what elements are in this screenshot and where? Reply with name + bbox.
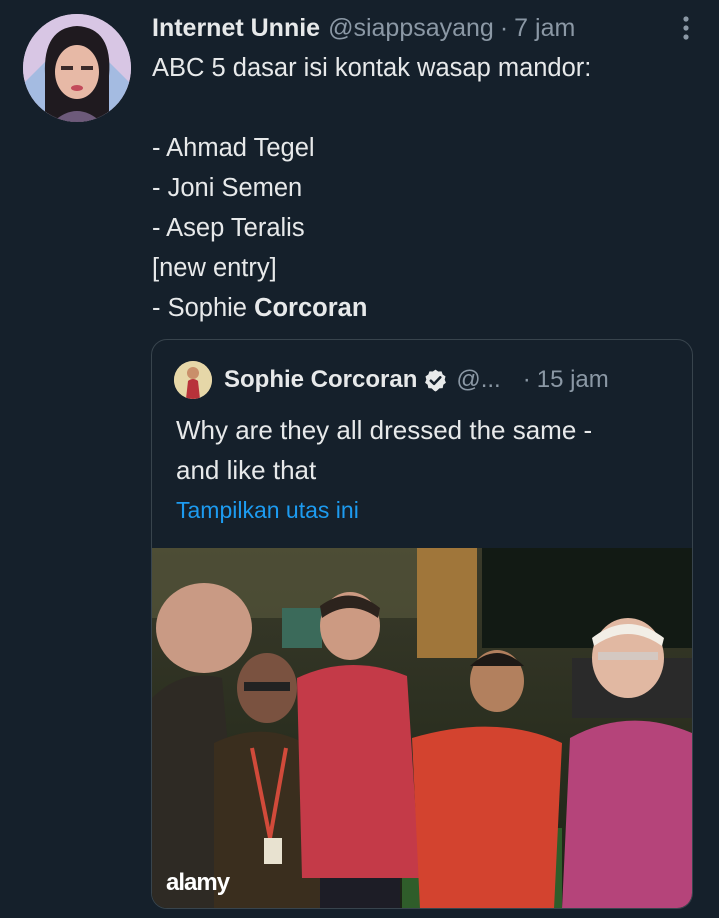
tweet-line: ABC 5 dasar isi kontak wasap mandor:	[152, 54, 592, 82]
verified-badge-icon	[425, 369, 447, 391]
quoted-tweet-header: Sophie Corcoran @... · 15 jam	[174, 361, 678, 399]
tweet-line-last: - Sophie Corcoran	[152, 288, 702, 328]
quoted-author-avatar	[174, 361, 212, 399]
image-watermark: alamy	[166, 869, 230, 896]
tweet-text: ABC 5 dasar isi kontak wasap mandor: - A…	[152, 48, 702, 328]
author-name[interactable]: Internet Unnie	[152, 12, 320, 44]
tweet-line: - Joni Semen	[152, 174, 303, 202]
tweet-timestamp[interactable]: 7 jam	[514, 12, 575, 44]
quoted-text-line: and like that	[176, 455, 317, 485]
tweet-line: [new entry]	[152, 254, 277, 282]
tweet-line: - Asep Teralis	[152, 214, 305, 242]
tweet-line	[152, 88, 702, 128]
author-avatar[interactable]	[23, 14, 131, 122]
quoted-timestamp: 15 jam	[536, 366, 609, 393]
quoted-author-handle: @...	[456, 366, 501, 393]
separator-dot: ·	[499, 14, 509, 42]
tweet-line: - Ahmad Tegel	[152, 134, 315, 162]
highlighted-name: Corcoran	[254, 294, 368, 322]
quoted-text-line: Why are they all dressed the same -	[176, 415, 593, 445]
show-thread-link[interactable]: Tampilkan utas ini	[176, 494, 359, 526]
separator-dot: ·	[522, 366, 531, 393]
quoted-tweet-photo[interactable]: alamy	[152, 548, 692, 908]
tweet-header: Internet Unnie @siappsayang · 7 jam	[152, 12, 707, 44]
quoted-tweet-text: Why are they all dressed the same - and …	[176, 410, 676, 490]
author-handle[interactable]: @siappsayang	[328, 12, 494, 44]
quoted-author-name: Sophie Corcoran	[224, 366, 418, 393]
tweet-line-prefix: - Sophie	[152, 294, 255, 322]
quoted-tweet-card[interactable]: Sophie Corcoran @... · 15 jam Why are th…	[151, 339, 693, 909]
more-vertical-icon[interactable]	[679, 12, 693, 44]
